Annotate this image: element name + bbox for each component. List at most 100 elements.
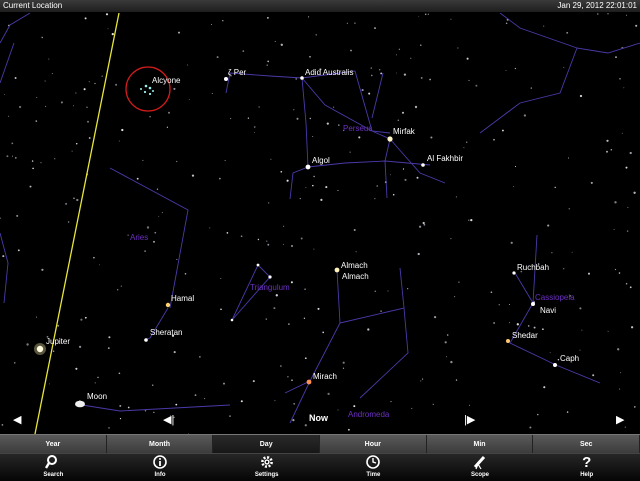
background-star [510,241,513,244]
background-star [240,400,243,403]
background-star [422,221,425,225]
background-star [390,401,392,403]
background-star [146,226,150,229]
prev-button[interactable]: ◀ [13,414,21,426]
label-ruchbah[interactable]: Ruchbah [517,263,549,273]
cluster-star [152,90,154,92]
background-star [29,185,32,188]
background-star [566,411,569,413]
background-star [166,126,169,128]
tab-min[interactable]: Min [427,435,534,454]
star-adid-australis [300,76,304,80]
background-star [403,73,407,76]
constellation-line [499,13,578,49]
background-star [76,198,79,202]
background-star [410,57,412,59]
background-star [621,132,623,134]
next-button[interactable]: ▶ [616,414,624,426]
label-alcyone[interactable]: Alcyone [152,76,180,86]
background-star [219,177,221,180]
background-star [119,418,122,420]
time-scale-tabs: Year Month Day Hour Min Sec [0,434,640,454]
background-star [537,413,539,416]
label-almach-secondary[interactable]: Almach [342,272,369,282]
label-caph[interactable]: Caph [560,354,579,364]
tab-day[interactable]: Day [213,435,321,454]
background-star [41,268,44,271]
label-shedar[interactable]: Shedar [512,331,538,341]
time-label: Time [366,472,381,478]
background-star [325,186,328,189]
background-star [444,341,447,344]
background-star [11,155,14,157]
background-star [610,149,613,151]
background-star [293,402,296,405]
background-star [75,92,77,94]
label-mirach[interactable]: Mirach [313,372,337,382]
tab-hour[interactable]: Hour [320,435,427,454]
background-star [287,375,289,378]
tab-sec[interactable]: Sec [533,435,640,454]
label-algol[interactable]: Algol [312,156,330,166]
background-star [315,34,317,36]
location-label: Current Location [3,1,63,10]
background-star [191,174,195,177]
background-star [283,243,285,245]
background-star [267,202,270,204]
label-almach[interactable]: Almach [341,261,368,271]
background-star [567,157,570,159]
background-star [267,243,270,246]
background-star [184,272,187,275]
background-star [57,324,60,327]
background-star [398,48,401,51]
background-star [355,251,357,253]
time-button[interactable]: Time [320,454,427,481]
background-star [587,272,591,275]
tab-month[interactable]: Month [107,435,214,454]
label-hamal[interactable]: Hamal [171,294,194,304]
background-star [607,13,609,15]
constellation-perseus: Perseus [343,124,373,133]
scope-button[interactable]: Scope [427,454,534,481]
settings-button[interactable]: Settings [213,454,320,481]
background-star [73,105,75,107]
background-star [427,13,429,15]
step-back-button[interactable]: ◀| [163,414,174,426]
label-mirfak[interactable]: Mirfak [393,127,415,137]
constellation-line [399,267,405,309]
background-star [17,249,20,252]
background-star [144,250,146,252]
step-forward-button[interactable]: |▶ [464,414,475,426]
bottom-toolbar: Search Info Settings Time Scope ? Help [0,453,640,481]
tab-year[interactable]: Year [0,435,107,454]
label-navi[interactable]: Navi [540,306,556,316]
background-star [292,418,295,422]
background-star [629,286,632,289]
background-star [26,343,29,346]
background-star [514,165,517,168]
info-button[interactable]: Info [107,454,214,481]
label-adid-australis[interactable]: Adid Australis [305,68,353,78]
now-button[interactable]: Now [309,413,328,423]
background-star [300,237,303,240]
label-sheratan[interactable]: Sheratan [150,328,182,338]
background-star [119,404,122,407]
sky-view[interactable]: Alcyone ζ Per Adid Australis Mirfak Algo… [0,13,640,434]
clock-icon [320,454,427,471]
label-jupiter[interactable]: Jupiter [46,337,70,347]
background-star [151,384,154,386]
label-al-fakhbir[interactable]: Al Fakhbir [427,154,463,164]
background-star [342,367,345,369]
background-star [579,349,581,351]
search-button[interactable]: Search [0,454,107,481]
background-star [508,304,510,305]
label-zeta-per[interactable]: ζ Per [228,68,246,78]
help-button[interactable]: ? Help [533,454,640,481]
label-moon[interactable]: Moon [87,392,107,402]
background-star [304,288,306,291]
background-star [0,217,1,219]
background-star [498,304,500,306]
info-label: Info [154,472,166,478]
background-star [283,225,285,227]
background-star [450,18,452,20]
